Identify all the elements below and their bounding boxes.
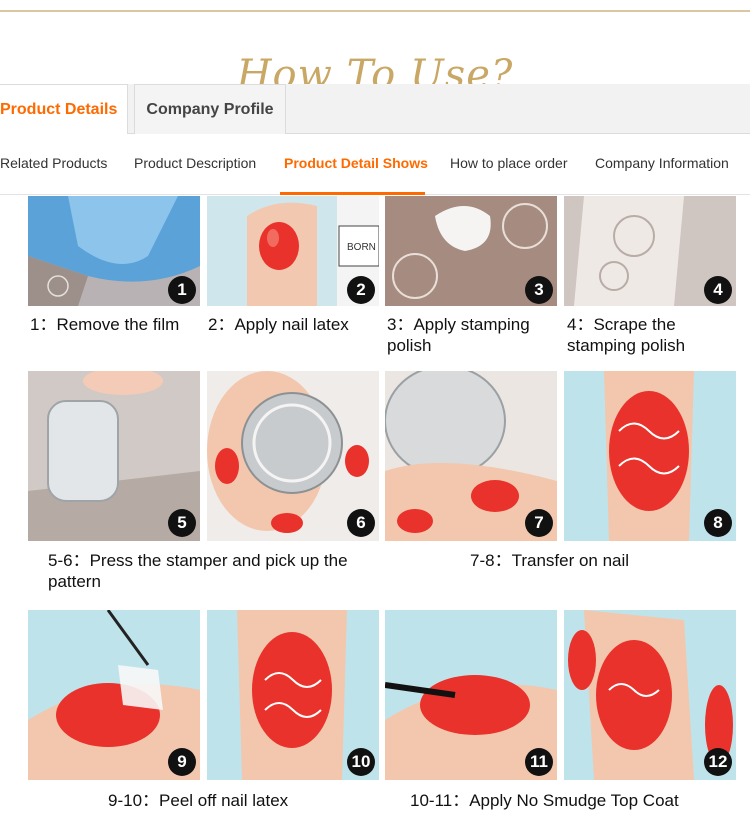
step-caption: 1：Remove the film	[30, 315, 180, 334]
step-7-photo: 7	[385, 371, 557, 541]
step-number-badge: 1	[168, 276, 196, 304]
step-number-badge: 10	[347, 748, 375, 776]
step-caption: 4：Scrape the stamping polish	[567, 315, 686, 355]
step-caption: 5-6：Press the stamper and pick up the pa…	[48, 551, 348, 591]
step-number-badge: 8	[704, 509, 732, 537]
active-subnav-indicator	[280, 192, 425, 195]
subnav-product-description[interactable]: Product Description	[134, 155, 256, 171]
step-8-photo: 8	[564, 371, 736, 541]
bottle-brand-text: BORN	[347, 242, 376, 253]
tab-company-profile[interactable]: Company Profile	[134, 84, 286, 134]
step-number-badge: 11	[525, 748, 553, 776]
step-caption: 7-8：Transfer on nail	[470, 551, 630, 570]
step-number-badge: 9	[168, 748, 196, 776]
step-number-badge: 2	[347, 276, 375, 304]
step-caption: 10-11：Apply No Smudge Top Coat	[410, 791, 679, 810]
subnav-how-to-place-order[interactable]: How to place order	[450, 155, 568, 171]
step-12-photo: 12	[564, 610, 736, 780]
step-5-photo: 5	[28, 371, 200, 541]
step-number-badge: 7	[525, 509, 553, 537]
step-11-photo: 11	[385, 610, 557, 780]
step-number-badge: 12	[704, 748, 732, 776]
step-10-photo: 10	[207, 610, 379, 780]
main-tab-bar: Product Details Company Profile	[0, 84, 750, 135]
step-6-photo: 6	[207, 371, 379, 541]
step-9-photo: 9	[28, 610, 200, 780]
step-caption: 9-10：Peel off nail latex	[108, 791, 289, 810]
subnav-company-information[interactable]: Company Information	[595, 155, 729, 171]
tab-product-details[interactable]: Product Details	[0, 84, 128, 135]
subnav-product-detail-shows[interactable]: Product Detail Shows	[284, 155, 428, 171]
step-3-photo: 3	[385, 196, 557, 306]
step-2-photo: BORN 2	[207, 196, 379, 306]
step-number-badge: 5	[168, 509, 196, 537]
step-1-photo: 1	[28, 196, 200, 306]
subnav-related-products[interactable]: Related Products	[0, 155, 107, 171]
top-divider	[0, 10, 750, 12]
step-number-badge: 3	[525, 276, 553, 304]
step-4-photo: 4	[564, 196, 736, 306]
sub-navigation: Related Products Product Description Pro…	[0, 134, 750, 195]
step-caption: 3：Apply stamping polish	[387, 315, 530, 355]
step-caption: 2：Apply nail latex	[208, 315, 349, 334]
step-number-badge: 4	[704, 276, 732, 304]
step-number-badge: 6	[347, 509, 375, 537]
